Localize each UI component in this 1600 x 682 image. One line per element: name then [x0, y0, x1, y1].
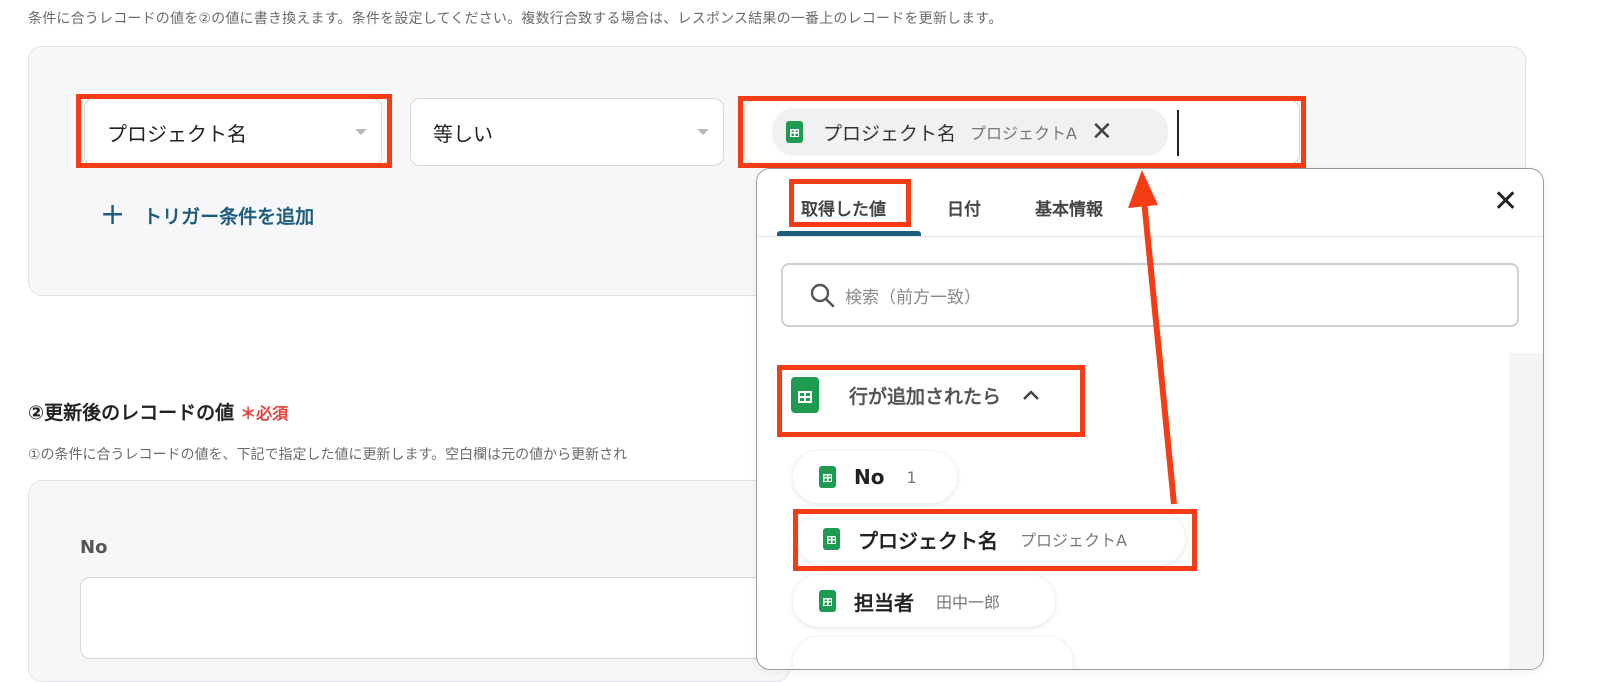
section-description: ①の条件に合うレコードの値を、下記で指定した値に更新します。空白欄は元の値から更… — [28, 447, 628, 463]
add-trigger-button[interactable]: + トリガー条件を追加 — [100, 200, 314, 230]
field-label-no: No — [80, 537, 108, 558]
operator-select[interactable]: 等しい — [410, 98, 724, 166]
required-badge: ＊必須 — [240, 404, 288, 423]
required-label: 必須 — [256, 404, 289, 423]
spreadsheet-icon — [819, 466, 836, 488]
search-input[interactable]: 検索（前方一致） — [781, 263, 1519, 327]
asterisk-icon: ＊ — [240, 404, 257, 423]
top-description: 条件に合うレコードの値を②の値に書き換えます。条件を設定してください。複数行合致… — [28, 11, 1003, 27]
value-picker-popover: 取得した値 日付 基本情報 ✕ 検索（前方一致） 行が追加されたら No 1 プ… — [756, 168, 1544, 670]
plus-icon: + — [100, 197, 126, 232]
item-key: No — [854, 465, 885, 489]
highlight-field-select — [76, 94, 392, 168]
add-trigger-label: トリガー条件を追加 — [143, 205, 315, 228]
highlight-tab — [789, 179, 911, 227]
highlight-value-input — [738, 96, 1306, 168]
section-title: ②更新後のレコードの値 ＊必須 — [28, 398, 288, 425]
list-item[interactable] — [793, 637, 1073, 669]
chevron-down-icon — [697, 129, 709, 135]
field-input-no[interactable] — [80, 577, 782, 659]
tab-date[interactable]: 日付 — [947, 195, 981, 220]
search-placeholder: 検索（前方一致） — [845, 287, 981, 308]
spreadsheet-icon — [819, 590, 836, 612]
highlight-group — [777, 365, 1085, 437]
list-item[interactable]: 担当者 田中一郎 — [793, 575, 1055, 627]
tab-divider — [757, 236, 1543, 237]
item-value: 田中一郎 — [936, 593, 1001, 612]
search-icon — [810, 283, 835, 308]
highlight-item — [793, 509, 1197, 571]
section-title-text: ②更新後のレコードの値 — [28, 402, 235, 424]
operator-select-value: 等しい — [433, 121, 493, 146]
close-icon[interactable]: ✕ — [1493, 187, 1518, 217]
scrollbar[interactable] — [1509, 353, 1543, 669]
tab-basic-info[interactable]: 基本情報 — [1035, 195, 1103, 220]
item-value: 1 — [906, 467, 917, 487]
item-key: 担当者 — [854, 590, 914, 615]
list-item[interactable]: No 1 — [793, 451, 957, 503]
